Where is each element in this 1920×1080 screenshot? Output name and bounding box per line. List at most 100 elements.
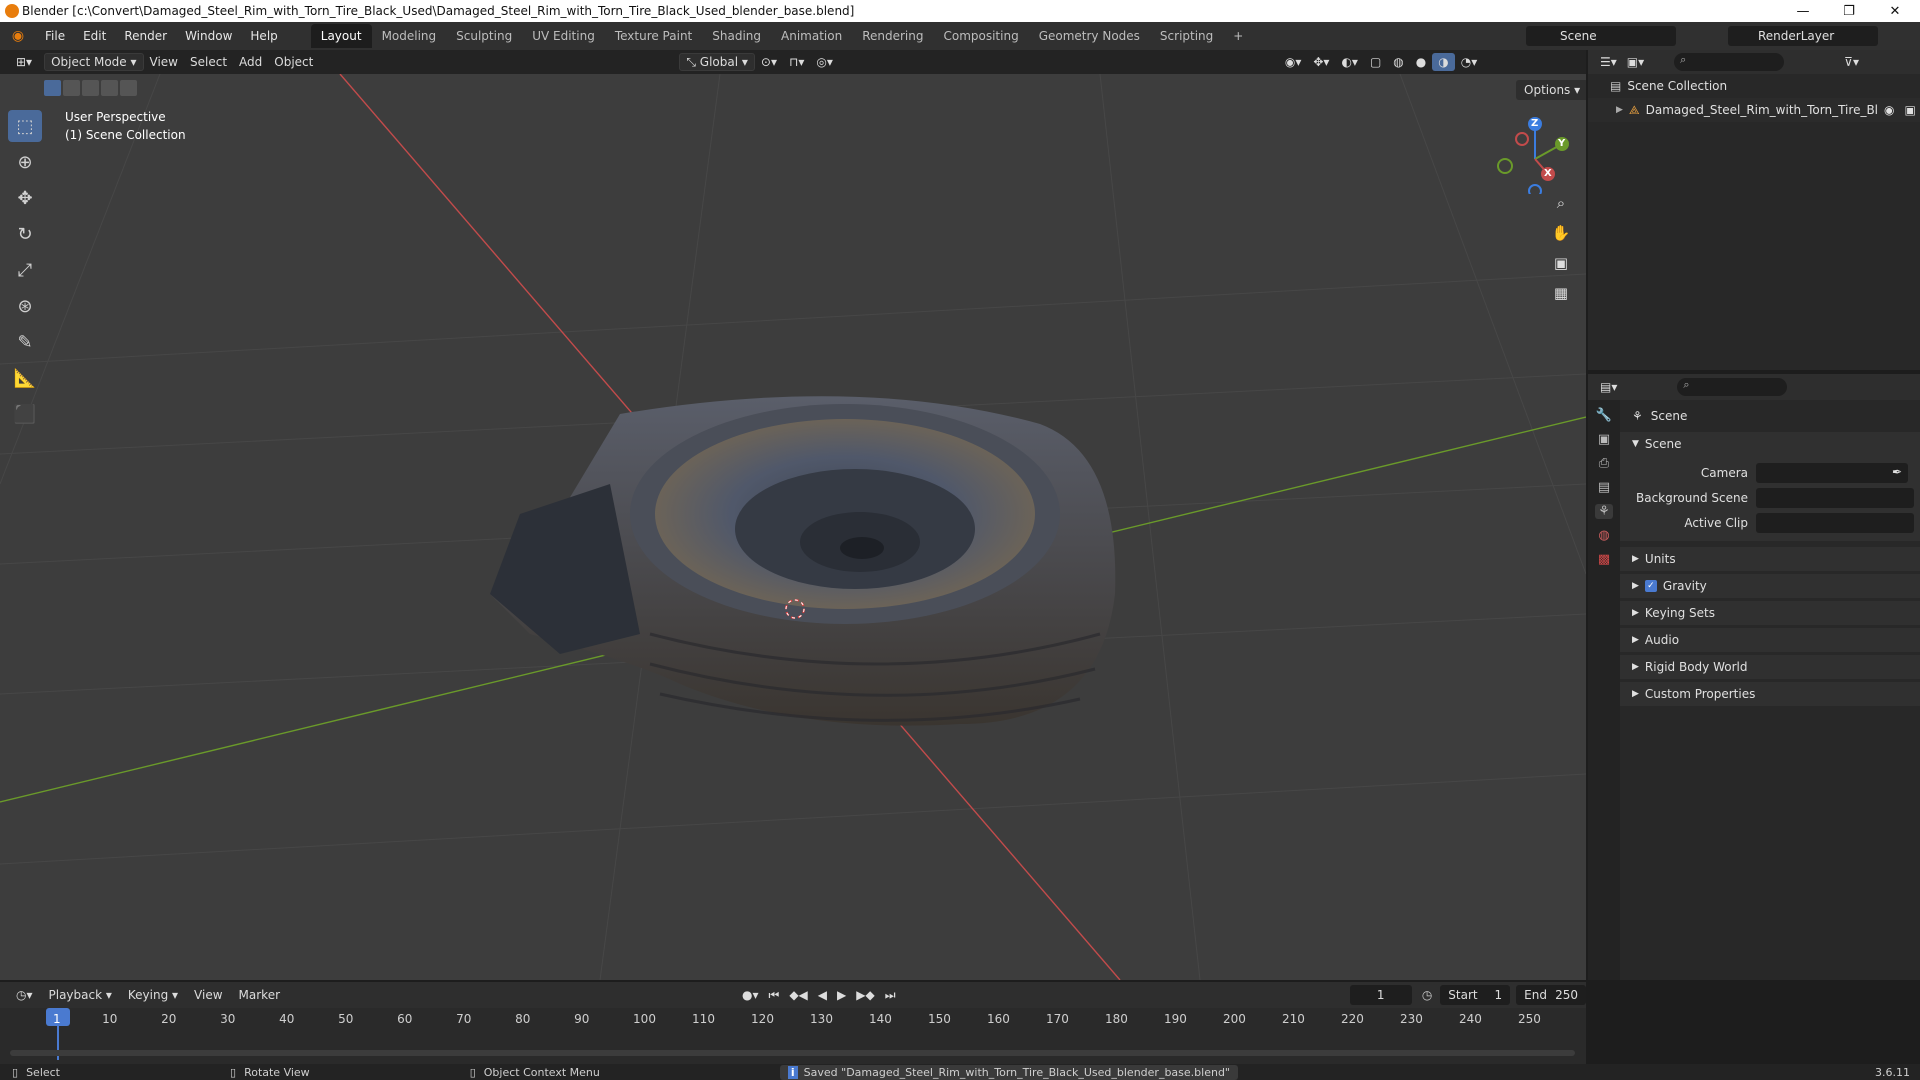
select-new-icon[interactable] [44, 80, 61, 96]
visibility-eye-icon[interactable]: ◉ [1884, 103, 1894, 117]
tab-geometry-nodes[interactable]: Geometry Nodes [1029, 24, 1150, 48]
background-scene-field[interactable] [1756, 487, 1914, 508]
scene-tab-icon[interactable]: ⚘ [1595, 504, 1613, 519]
scene-section-header[interactable]: ▼ Scene [1620, 432, 1920, 456]
close-button[interactable]: ✕ [1872, 0, 1918, 22]
select-subtract-icon[interactable] [82, 80, 99, 96]
tab-scripting[interactable]: Scripting [1150, 24, 1223, 48]
rotate-tool-icon[interactable]: ↻ [8, 218, 42, 250]
add-cube-tool-icon[interactable]: ⬛ [8, 398, 42, 430]
view-layer-tab-icon[interactable]: ▤ [1598, 480, 1610, 495]
menu-render[interactable]: Render [115, 29, 176, 43]
scene-selector[interactable]: Scene [1526, 26, 1676, 46]
outliner-object-row[interactable]: ▶ ⟁ Damaged_Steel_Rim_with_Torn_Tire_Bl … [1588, 98, 1920, 122]
menu-file[interactable]: File [36, 29, 74, 43]
properties-panel: ▤▾ ⌕ 🔧 ▣ ⎙ ▤ ⚘ ◍ ▩ ⚘ Scene ▼ Scene Camer… [1588, 374, 1920, 980]
filter-icon[interactable]: ⊽▾ [1844, 55, 1859, 69]
active-clip-field[interactable] [1756, 512, 1914, 533]
transform-orientation-dropdown[interactable]: ⤡ Global ▾ [679, 53, 755, 71]
material-shading-icon[interactable]: ◑ [1432, 53, 1455, 71]
properties-editor-type-icon[interactable]: ▤▾ [1600, 380, 1617, 394]
units-panel[interactable]: ▶ Units [1620, 547, 1920, 571]
menu-window[interactable]: Window [176, 29, 241, 43]
properties-search-input[interactable]: ⌕ [1677, 378, 1788, 396]
tab-texture-paint[interactable]: Texture Paint [605, 24, 702, 48]
timeline-scrollbar[interactable] [10, 1050, 1575, 1056]
tab-modeling[interactable]: Modeling [372, 24, 447, 48]
camera-view-icon[interactable]: ▣ [1548, 254, 1574, 276]
texture-tab-icon[interactable]: ▩ [1598, 552, 1610, 567]
gravity-checkbox[interactable]: ✓ [1644, 580, 1657, 592]
eyedropper-icon[interactable]: ✒ [1892, 465, 1902, 479]
tab-shading[interactable]: Shading [702, 24, 771, 48]
empty-object-icon: ⟁ [1628, 102, 1640, 117]
editor-type-icon[interactable]: ⊞▾ [10, 53, 38, 71]
tab-rendering[interactable]: Rendering [852, 24, 933, 48]
outliner-search-input[interactable]: ⌕ [1674, 53, 1785, 71]
pivot-icon[interactable]: ⊙▾ [755, 53, 783, 71]
tire-model[interactable] [490, 396, 1116, 726]
rigid-body-world-panel[interactable]: ▶ Rigid Body World [1620, 655, 1920, 679]
tab-sculpting[interactable]: Sculpting [446, 24, 522, 48]
units-panel-label: Units [1644, 552, 1676, 566]
render-tab-icon[interactable]: ▣ [1598, 432, 1610, 447]
output-tab-icon[interactable]: ⎙ [1599, 456, 1609, 471]
menu-object[interactable]: Object [268, 53, 319, 71]
navigation-gizmo[interactable] [1490, 114, 1570, 194]
select-extend-icon[interactable] [63, 80, 80, 96]
menu-select[interactable]: Select [184, 53, 233, 71]
measure-tool-icon[interactable]: 📐 [8, 362, 42, 394]
tab-animation[interactable]: Animation [771, 24, 852, 48]
outliner-editor-type-icon[interactable]: ☰▾ [1600, 55, 1617, 69]
outliner-scene-collection[interactable]: ▤ Scene Collection [1588, 74, 1920, 98]
custom-properties-panel[interactable]: ▶ Custom Properties [1620, 682, 1920, 706]
frame-tick-label: 120 [751, 1012, 774, 1026]
tab-layout[interactable]: Layout [310, 24, 372, 48]
cursor-tool-icon[interactable]: ⊕ [8, 146, 42, 178]
options-button[interactable]: Options ▾ [1516, 80, 1586, 100]
render-camera-icon[interactable]: ▣ [1905, 103, 1916, 117]
mode-dropdown[interactable]: Object Mode ▾ [44, 53, 144, 71]
tab-compositing[interactable]: Compositing [933, 24, 1028, 48]
minimize-button[interactable]: — [1780, 0, 1826, 22]
frame-tick-label: 150 [928, 1012, 951, 1026]
menu-add[interactable]: Add [233, 53, 268, 71]
pan-hand-icon[interactable]: ✋ [1548, 224, 1574, 246]
camera-field[interactable]: ✒ [1756, 462, 1908, 483]
transform-tool-icon[interactable]: ⊛ [8, 290, 42, 322]
select-invert-icon[interactable] [101, 80, 118, 96]
audio-panel[interactable]: ▶ Audio [1620, 628, 1920, 652]
xray-icon[interactable]: ▢ [1364, 53, 1387, 71]
menu-view[interactable]: View [144, 53, 184, 71]
gizmo-toggle-icon[interactable]: ✥▾ [1307, 53, 1335, 71]
3d-viewport[interactable]: User Perspective (1) Scene Collection Op… [0, 74, 1586, 980]
expand-arrow-icon[interactable]: ▶ [1616, 105, 1623, 115]
keying-sets-panel[interactable]: ▶ Keying Sets [1620, 601, 1920, 625]
world-tab-icon[interactable]: ◍ [1598, 528, 1609, 543]
menu-help[interactable]: Help [241, 29, 286, 43]
rendered-shading-icon[interactable]: ◔▾ [1455, 53, 1484, 71]
maximize-button[interactable]: ❐ [1826, 0, 1872, 22]
overlay-toggle-icon[interactable]: ◐▾ [1335, 53, 1364, 71]
move-tool-icon[interactable]: ✥ [8, 182, 42, 214]
select-intersect-icon[interactable] [120, 80, 137, 96]
display-mode-icon[interactable]: ▣▾ [1627, 55, 1644, 69]
select-box-icon[interactable]: ⬚ [8, 110, 42, 142]
scale-tool-icon[interactable]: ⤢ [8, 254, 42, 286]
tab-uv-editing[interactable]: UV Editing [522, 24, 605, 48]
add-workspace-icon[interactable]: + [1223, 24, 1253, 48]
solid-shading-icon[interactable]: ● [1410, 53, 1432, 71]
zoom-icon[interactable]: ⌕ [1548, 194, 1574, 216]
proportional-edit-icon[interactable]: ◎▾ [810, 53, 839, 71]
blender-menu-icon[interactable]: ◉ [0, 28, 36, 44]
wireframe-shading-icon[interactable]: ◍ [1387, 53, 1409, 71]
ortho-grid-icon[interactable]: ▦ [1548, 284, 1574, 306]
snap-icon[interactable]: ⊓▾ [783, 53, 810, 71]
menu-edit[interactable]: Edit [74, 29, 115, 43]
select-mode-group [44, 80, 137, 96]
gravity-panel[interactable]: ▶ ✓ Gravity [1620, 574, 1920, 598]
renderlayer-selector[interactable]: RenderLayer [1728, 26, 1878, 46]
tool-tab-icon[interactable]: 🔧 [1596, 408, 1612, 423]
annotate-tool-icon[interactable]: ✎ [8, 326, 42, 358]
visibility-icon[interactable]: ◉▾ [1279, 53, 1308, 71]
